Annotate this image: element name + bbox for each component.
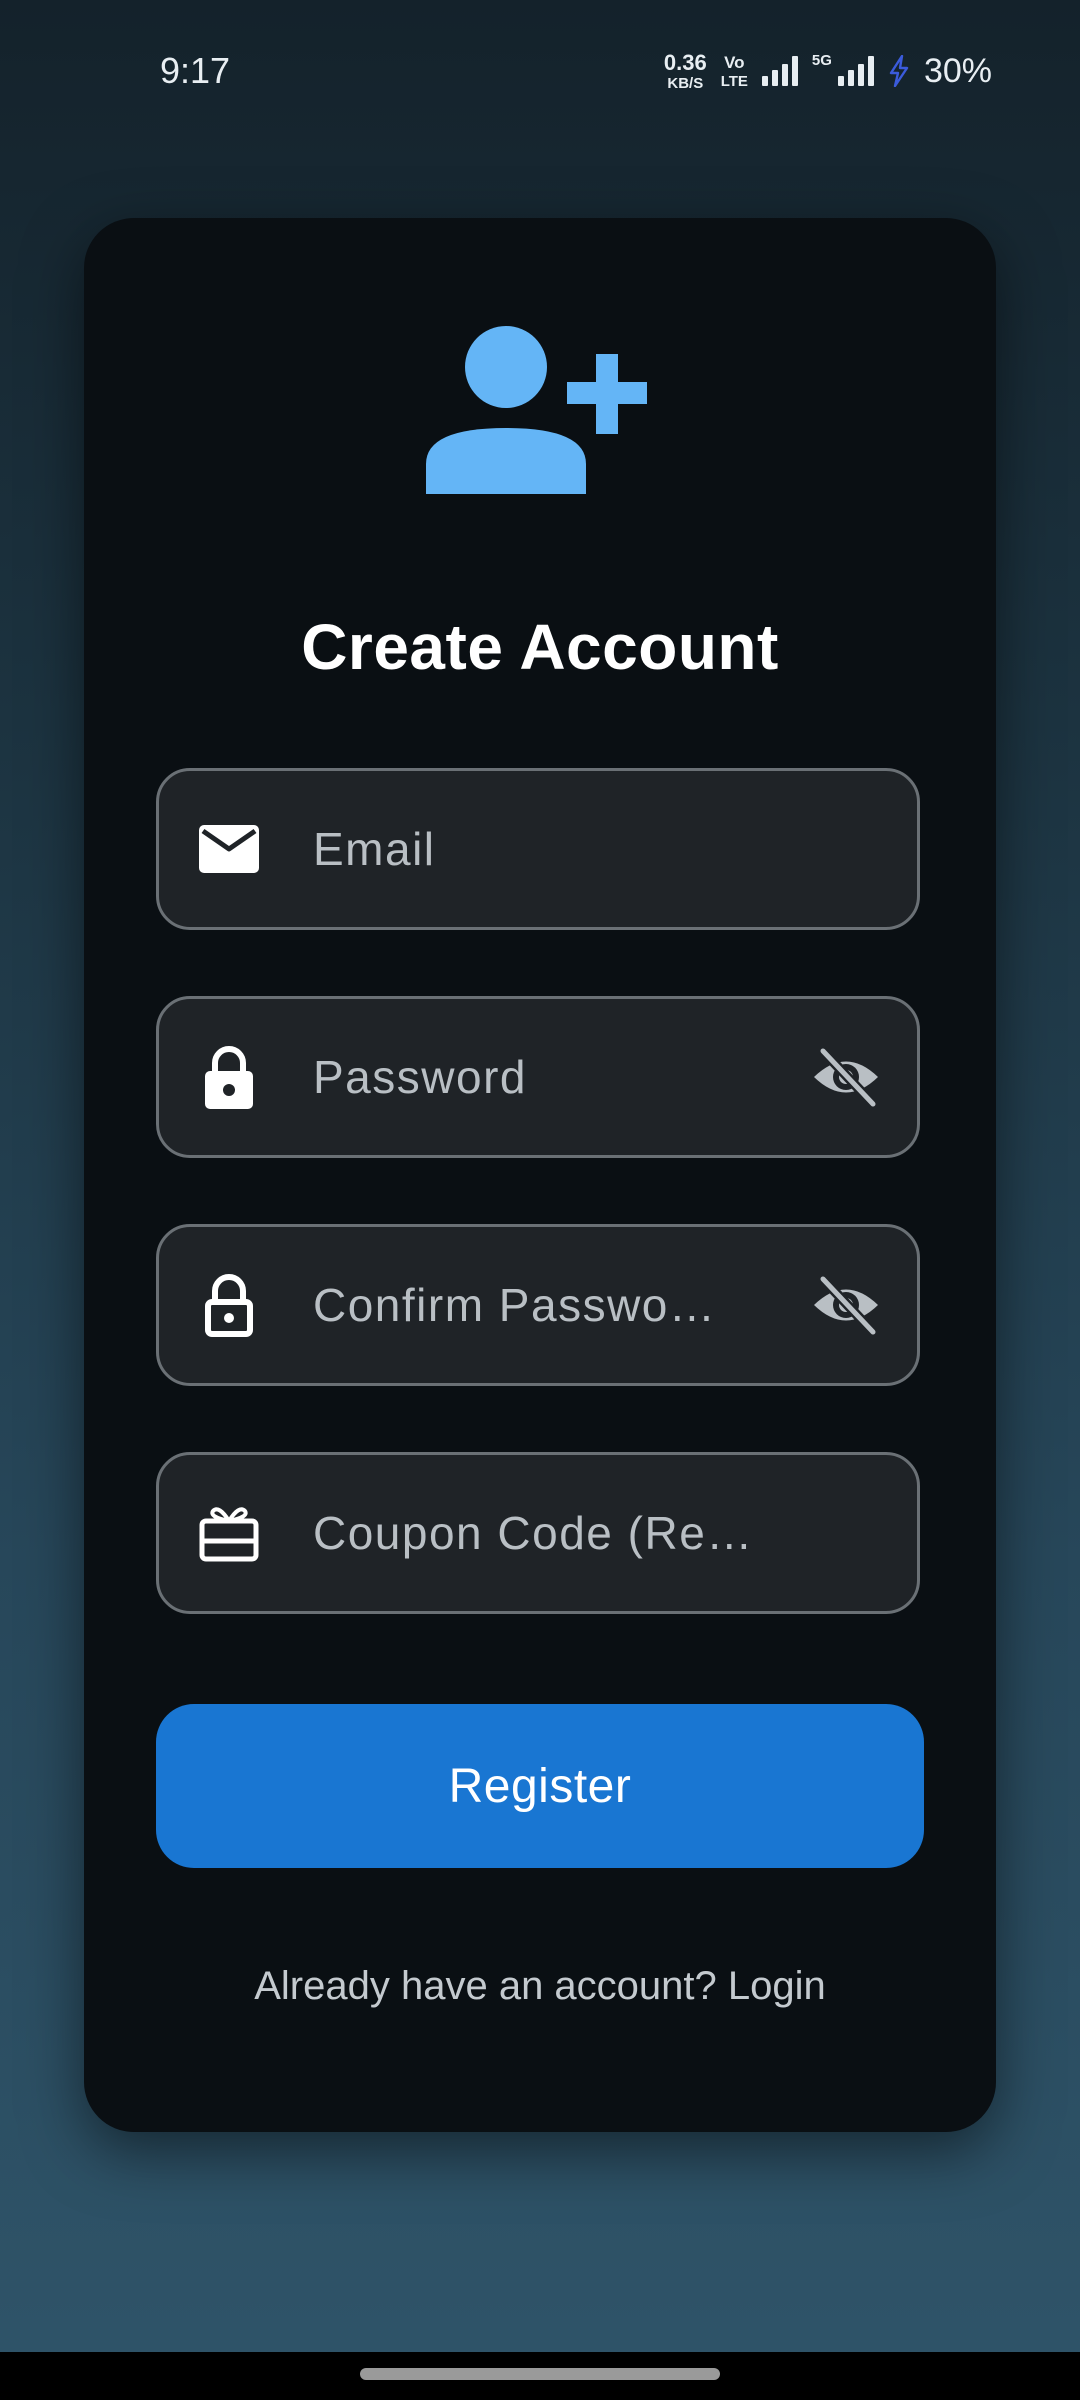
status-bar: 9:17 0.36 KB/S Vo LTE 5G 30% [0, 0, 1080, 140]
home-gesture-handle[interactable] [360, 2368, 720, 2380]
volte-top-label: Vo [724, 52, 745, 72]
email-field[interactable]: Email [156, 768, 920, 930]
network-speed-unit: KB/S [667, 74, 704, 92]
network-speed-value: 0.36 [663, 49, 707, 75]
person-add-icon [426, 326, 647, 494]
register-card: Create Account Email Password Confirm Pa… [84, 218, 996, 2132]
network-speed: 0.36 KB/S [663, 49, 707, 92]
email-placeholder: Email [313, 823, 436, 875]
signal-icon [761, 56, 798, 86]
volte-indicator: Vo LTE [721, 54, 748, 89]
register-button[interactable]: Register [156, 1704, 924, 1868]
network-type-label: 5G [811, 52, 832, 69]
status-time: 9:17 [160, 50, 231, 91]
confirm-password-field[interactable]: Confirm Passwo… [156, 1224, 920, 1386]
mail-icon [199, 825, 259, 873]
status-indicators: 0.36 KB/S Vo LTE 5G 30% [664, 48, 992, 94]
visibility-off-icon[interactable] [811, 1042, 881, 1112]
login-link[interactable]: Already have an account? Login [84, 1964, 996, 2009]
battery-percent: 30% [923, 51, 992, 90]
visibility-off-icon[interactable] [811, 1270, 881, 1340]
lock-icon [205, 1046, 253, 1109]
lock-outline-icon [205, 1274, 253, 1337]
confirm-password-placeholder: Confirm Passwo… [313, 1279, 717, 1331]
coupon-code-placeholder: Coupon Code (Require… [313, 1507, 767, 1559]
password-placeholder: Password [313, 1051, 527, 1103]
charging-bolt-icon [889, 55, 909, 87]
page-title: Create Account [301, 611, 779, 683]
navigation-bar [0, 2352, 1080, 2400]
coupon-code-field[interactable]: Coupon Code (Require… [156, 1452, 920, 1614]
card-giftcard-icon [199, 1507, 259, 1562]
volte-bottom-label: LTE [720, 72, 748, 90]
password-field[interactable]: Password [156, 996, 920, 1158]
signal-5g-icon: 5G [812, 52, 874, 86]
